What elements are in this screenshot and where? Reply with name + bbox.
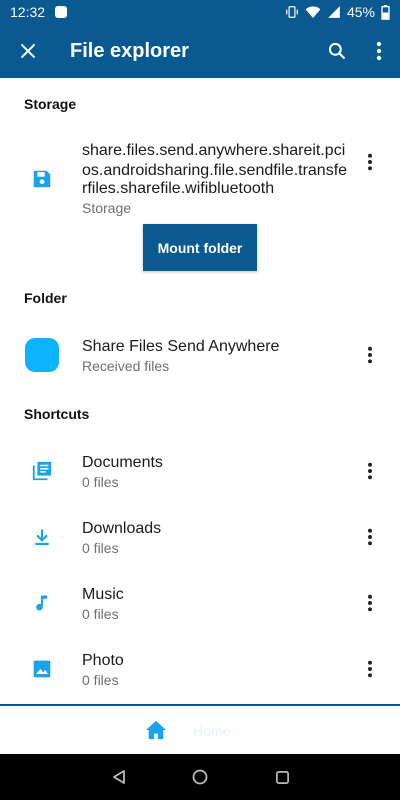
battery-percent: 45% [346,4,375,20]
folder-item-more-button[interactable] [358,343,382,367]
vibrate-icon [285,5,299,19]
storage-item-title-line-1: share.files.send.anywhere.shareit.pci [82,142,346,159]
more-vert-icon [368,462,372,480]
shortcut-item-music[interactable]: Music 0 files [0,584,400,624]
shortcut-item-downloads[interactable]: Downloads 0 files [0,518,400,558]
notification-icon [55,6,68,18]
shortcut-more-button[interactable] [358,657,382,681]
storage-item-more-button[interactable] [358,150,382,174]
file-explorer-content: Storage share.files.send.anywhere.sharei… [0,78,400,704]
home-circle-icon [192,769,208,785]
status-bar: 12:32 45% [0,0,400,24]
signal-icon [327,5,341,19]
more-vert-icon [376,41,382,61]
folder-item-subtitle: Received files [82,358,170,374]
status-time: 12:32 [10,4,46,20]
shortcut-subtitle: 0 files [82,474,119,490]
app-bar-actions [316,24,400,78]
status-icons: 45% [285,4,390,20]
shortcut-subtitle: 0 files [82,606,119,622]
recents-icon [275,770,289,784]
storage-item-subtitle: Storage [82,200,132,216]
storage-item[interactable]: share.files.send.anywhere.shareit.pci os… [0,138,400,220]
shortcut-item-photo[interactable]: Photo 0 files [0,650,400,690]
bottom-navigation: Home [0,704,400,754]
more-vert-icon [368,153,372,171]
system-navigation-bar [0,754,400,800]
more-vert-icon [368,528,372,546]
shortcut-title: Downloads [82,520,162,537]
storage-item-title-line-3: rfiles.sharefile.wifibluetooth [82,180,275,197]
back-button[interactable] [107,765,131,789]
folder-item[interactable]: Share Files Send Anywhere Received files [0,336,400,376]
shortcut-subtitle: 0 files [82,540,119,556]
close-button[interactable] [0,24,56,78]
sd-card-icon [28,165,56,193]
mount-folder-button[interactable]: Mount folder [143,224,257,271]
home-icon [146,720,166,740]
shortcut-item-documents[interactable]: Documents 0 files [0,452,400,492]
shortcut-more-button[interactable] [358,459,382,483]
close-icon [20,43,36,59]
music-note-icon [28,589,56,617]
recents-button[interactable] [270,765,294,789]
home-tab[interactable] [145,720,167,745]
overflow-menu-button[interactable] [358,24,400,78]
home-system-button[interactable] [188,765,212,789]
back-icon [113,770,125,784]
section-title-folder: Folder [24,290,67,306]
more-vert-icon [368,660,372,678]
shortcut-more-button[interactable] [358,591,382,615]
home-tab-label[interactable]: Home [193,723,230,739]
section-title-shortcuts: Shortcuts [24,406,90,422]
shortcut-more-button[interactable] [358,525,382,549]
page-title: File explorer [70,39,189,62]
battery-icon [381,4,390,20]
shortcut-title: Photo [82,652,124,669]
documents-icon [28,457,56,485]
more-vert-icon [368,346,372,364]
folder-item-title: Share Files Send Anywhere [82,338,280,355]
shortcut-subtitle: 0 files [82,672,119,688]
search-icon [328,42,346,60]
shortcut-title: Music [82,586,124,603]
app-bar: File explorer [0,24,400,78]
folder-square-icon [24,337,60,373]
download-icon [28,523,56,551]
more-vert-icon [368,594,372,612]
search-button[interactable] [316,24,358,78]
shortcut-title: Documents [82,454,163,471]
wifi-icon [305,5,321,19]
image-icon [28,655,56,683]
section-title-storage: Storage [24,96,77,112]
